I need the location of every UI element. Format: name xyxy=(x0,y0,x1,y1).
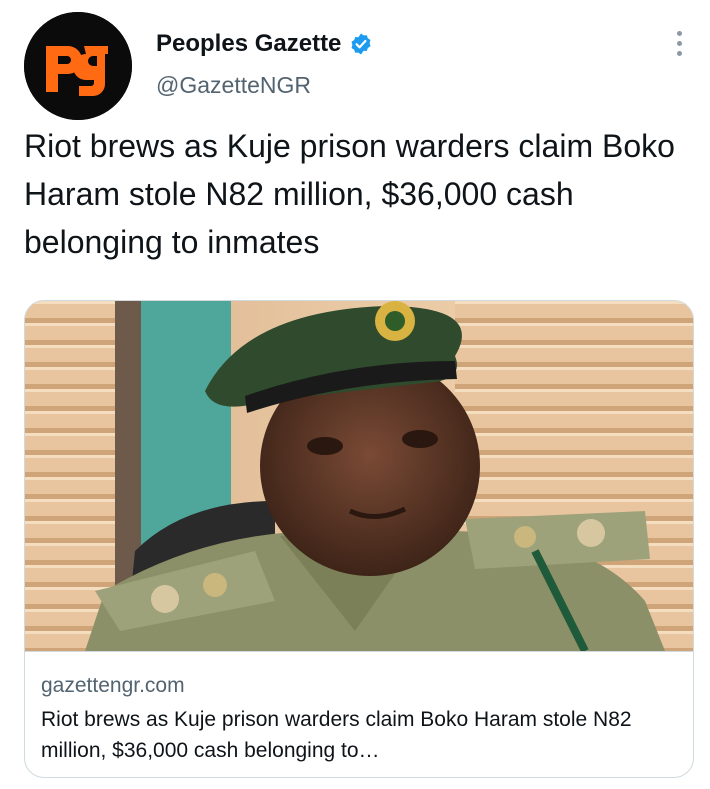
account-name-row: Peoples Gazette xyxy=(156,30,373,58)
card-title: Riot brews as Kuje prison warders claim … xyxy=(41,708,632,762)
display-name[interactable]: Peoples Gazette xyxy=(156,30,341,58)
tweet-text: Riot brews as Kuje prison warders claim … xyxy=(24,128,675,260)
link-preview-card[interactable]: gazettengr.com Riot brews as Kuje prison… xyxy=(24,300,694,778)
card-image xyxy=(25,301,693,651)
account-handle[interactable]: @GazetteNGR xyxy=(156,72,311,99)
card-meta: gazettengr.com Riot brews as Kuje prison… xyxy=(25,651,693,777)
more-options-icon[interactable] xyxy=(664,28,694,58)
verified-badge-icon xyxy=(351,33,371,55)
card-domain: gazettengr.com xyxy=(41,674,185,697)
account-avatar[interactable] xyxy=(24,12,132,120)
peoples-gazette-logo xyxy=(24,12,132,120)
